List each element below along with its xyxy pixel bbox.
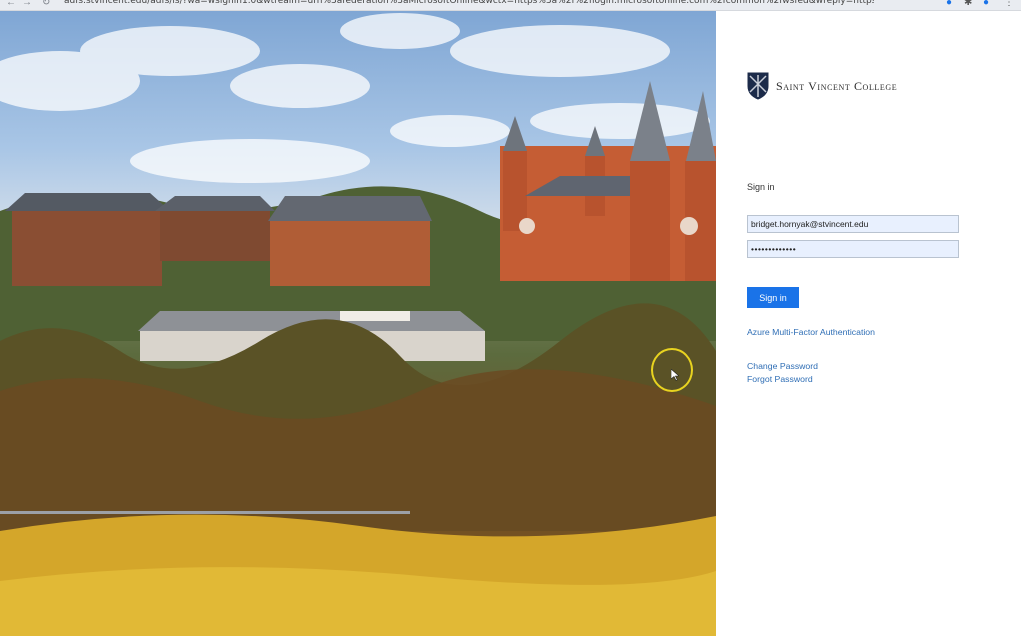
campus-photo xyxy=(0,11,716,636)
shield-crest-icon xyxy=(747,72,769,100)
back-arrow-icon[interactable]: ← xyxy=(6,0,16,8)
menu-dots-icon[interactable]: ⋮ xyxy=(1004,0,1014,8)
email-field[interactable] xyxy=(747,215,959,233)
signin-heading: Sign in xyxy=(747,182,775,192)
college-name: Saint Vincent College xyxy=(776,79,898,93)
extension-icon[interactable]: ● xyxy=(946,0,952,8)
address-bar[interactable]: adfs.stvincent.edu/adfs/ls/?wa=wsignin1.… xyxy=(64,0,874,10)
signin-button[interactable]: Sign in xyxy=(747,287,799,308)
campus-illustration xyxy=(0,13,716,636)
browser-toolbar: ← → ↻ adfs.stvincent.edu/adfs/ls/?wa=wsi… xyxy=(0,0,1021,11)
cursor-arrow-icon xyxy=(671,369,679,381)
password-field[interactable] xyxy=(747,240,959,258)
puzzle-icon[interactable]: ✱ xyxy=(964,0,972,8)
profile-icon[interactable]: ● xyxy=(983,0,989,8)
forgot-password-link[interactable]: Forgot Password xyxy=(747,374,813,384)
forward-arrow-icon[interactable]: → xyxy=(22,0,32,8)
reload-icon[interactable]: ↻ xyxy=(42,0,50,8)
login-panel: Saint Vincent College Sign in Sign in Az… xyxy=(716,11,1021,636)
change-password-link[interactable]: Change Password xyxy=(747,361,818,371)
mfa-link[interactable]: Azure Multi-Factor Authentication xyxy=(747,327,875,337)
building-middle xyxy=(268,196,432,286)
